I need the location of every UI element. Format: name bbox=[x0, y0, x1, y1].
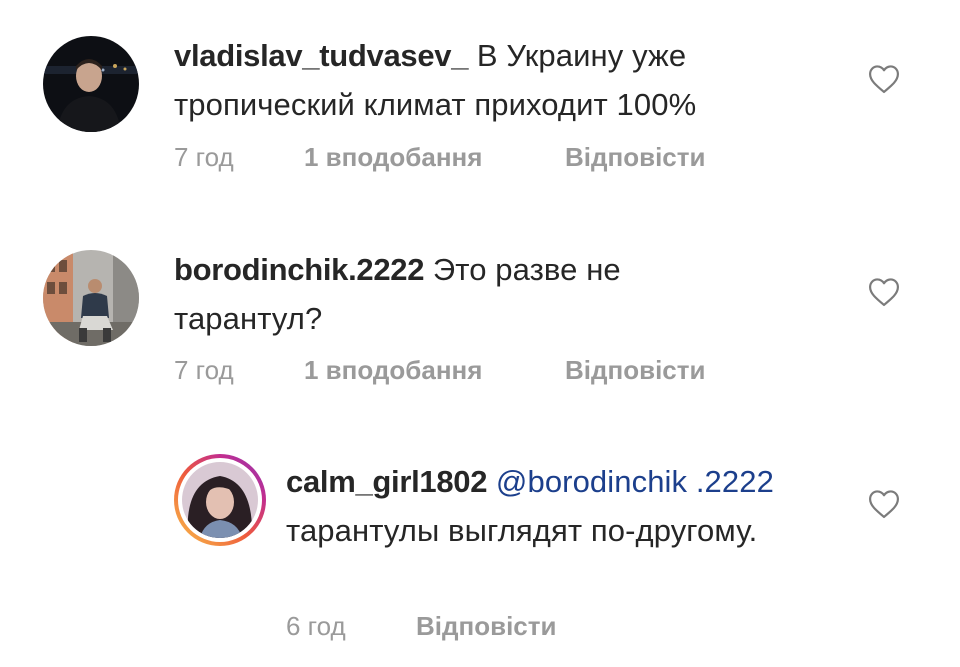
comment-text: borodinchik.2222 Это разве не тарантул? bbox=[174, 245, 734, 343]
avatar[interactable] bbox=[43, 36, 139, 132]
heart-outline-icon[interactable] bbox=[867, 64, 901, 94]
heart-outline-icon[interactable] bbox=[867, 489, 901, 519]
comment-1: vladislav_tudvasev_ В Украину уже тропич… bbox=[0, 0, 960, 200]
timestamp[interactable]: 7 год bbox=[174, 142, 234, 173]
comment-meta: 6 год Відповісти bbox=[286, 611, 786, 643]
reply-button[interactable]: Відповісти bbox=[565, 142, 705, 173]
comment-2: borodinchik.2222 Это разве не тарантул? … bbox=[0, 200, 960, 410]
reply-button[interactable]: Відповісти bbox=[565, 355, 705, 386]
heart-outline-icon[interactable] bbox=[867, 277, 901, 307]
timestamp[interactable]: 6 год bbox=[286, 611, 346, 642]
timestamp[interactable]: 7 год bbox=[174, 355, 234, 386]
user-avatar-photo-icon bbox=[43, 250, 139, 346]
username[interactable]: vladislav_tudvasev_ bbox=[174, 38, 468, 73]
comment-text: vladislav_tudvasev_ В Украину уже тропич… bbox=[174, 31, 854, 129]
comment-text: calm_girl1802 @borodinchik .2222 таранту… bbox=[286, 457, 806, 555]
user-avatar-photo-icon bbox=[43, 36, 139, 132]
reply-comment: calm_girl1802 @borodinchik .2222 таранту… bbox=[0, 410, 960, 667]
username[interactable]: borodinchik.2222 bbox=[174, 252, 424, 287]
mention-link[interactable]: @borodinchik .2222 bbox=[487, 464, 774, 499]
comment-meta: 7 год 1 вподобання Відповісти bbox=[174, 142, 774, 174]
user-avatar-photo-icon bbox=[182, 462, 258, 538]
comment-body: тарантулы выглядят по-другому. bbox=[286, 513, 758, 548]
likes-count[interactable]: 1 вподобання bbox=[304, 142, 482, 173]
likes-count[interactable]: 1 вподобання bbox=[304, 355, 482, 386]
reply-button[interactable]: Відповісти bbox=[416, 611, 556, 642]
avatar[interactable] bbox=[43, 250, 139, 346]
username[interactable]: calm_girl1802 bbox=[286, 464, 488, 499]
avatar-story-ring[interactable] bbox=[174, 454, 266, 546]
comment-meta: 7 год 1 вподобання Відповісти bbox=[174, 355, 774, 387]
